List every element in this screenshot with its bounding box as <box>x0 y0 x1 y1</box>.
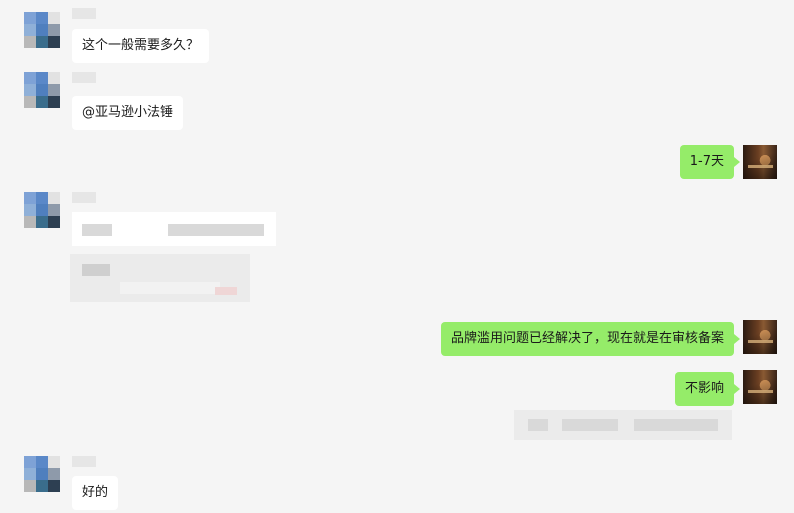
sender-name <box>72 8 96 19</box>
avatar-tile <box>48 24 60 36</box>
avatar-tile <box>24 72 36 84</box>
avatar-tile <box>24 216 36 228</box>
avatar-tile <box>24 204 36 216</box>
avatar-tile <box>24 96 36 108</box>
avatar-tile <box>48 204 60 216</box>
my-avatar[interactable] <box>743 145 777 179</box>
avatar-tile <box>24 480 36 492</box>
avatar-tile <box>36 480 48 492</box>
avatar-tile <box>48 456 60 468</box>
avatar-tile <box>36 204 48 216</box>
message-bubble-incoming[interactable]: 好的 <box>72 476 119 510</box>
avatar-tile <box>24 24 36 36</box>
avatar-tile <box>48 12 60 24</box>
avatar-tile <box>48 72 60 84</box>
chat-history: 这个一般需要多久？ @亚马逊小法锤 1-7天 品牌滥用问题已经解决了，现在就是在… <box>0 0 794 513</box>
avatar-tile <box>24 468 36 480</box>
avatar-tile <box>48 36 60 48</box>
avatar-tile <box>48 216 60 228</box>
message-bubble-incoming[interactable]: 这个一般需要多久？ <box>72 29 210 63</box>
avatar-tile <box>24 84 36 96</box>
avatar-tile <box>24 36 36 48</box>
contact-avatar[interactable] <box>24 456 60 492</box>
message-bubble-outgoing[interactable]: 1-7天 <box>679 145 741 179</box>
avatar-tile <box>36 192 48 204</box>
message-bubble-outgoing[interactable]: 不影响 <box>674 372 741 406</box>
contact-avatar[interactable] <box>24 192 60 228</box>
avatar-tile <box>36 216 48 228</box>
avatar-tile <box>36 468 48 480</box>
my-avatar[interactable] <box>743 370 777 404</box>
avatar-tile <box>36 36 48 48</box>
my-avatar[interactable] <box>743 320 777 354</box>
avatar-tile <box>24 456 36 468</box>
avatar-tile <box>24 12 36 24</box>
blurred-message-bubble[interactable] <box>514 410 732 440</box>
avatar-tile <box>36 84 48 96</box>
sender-name <box>72 192 96 203</box>
avatar-tile <box>36 12 48 24</box>
avatar-tile <box>48 84 60 96</box>
avatar-tile <box>36 72 48 84</box>
message-bubble-outgoing[interactable]: 品牌滥用问题已经解决了，现在就是在审核备案 <box>440 322 741 356</box>
avatar-tile <box>36 456 48 468</box>
sender-name <box>72 456 96 467</box>
contact-avatar[interactable] <box>24 12 60 48</box>
blurred-message-bubble[interactable] <box>72 212 276 246</box>
avatar-tile <box>48 192 60 204</box>
avatar-tile <box>36 96 48 108</box>
avatar-tile <box>48 468 60 480</box>
avatar-tile <box>48 96 60 108</box>
avatar-tile <box>36 24 48 36</box>
message-bubble-incoming[interactable]: @亚马逊小法锤 <box>72 96 184 130</box>
contact-avatar[interactable] <box>24 72 60 108</box>
blurred-image[interactable] <box>70 254 250 302</box>
avatar-tile <box>24 192 36 204</box>
sender-name <box>72 72 96 83</box>
avatar-tile <box>48 480 60 492</box>
